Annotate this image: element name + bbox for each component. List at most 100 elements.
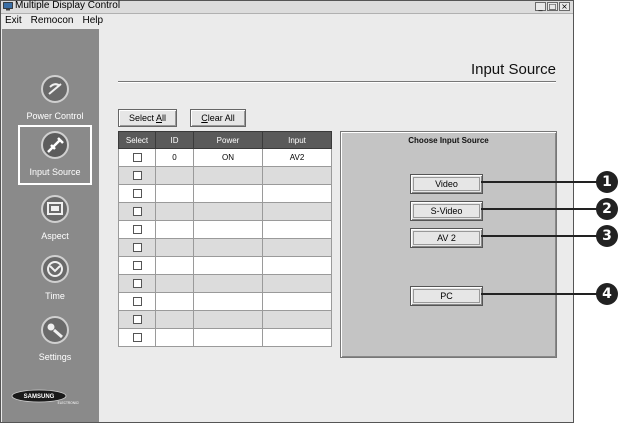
select-cell <box>118 310 156 329</box>
id-cell <box>155 328 194 347</box>
display-table: Select ID Power Input 0 ON AV2 <box>118 131 332 347</box>
row-checkbox[interactable] <box>132 243 142 253</box>
row-checkbox[interactable] <box>132 225 142 235</box>
app-icon <box>3 2 13 11</box>
input-cell <box>262 274 332 293</box>
title-bar: Multiple Display Control _ □ × <box>1 0 573 14</box>
select-cell <box>118 220 156 239</box>
video-button[interactable]: Video <box>410 174 483 194</box>
row-checkbox[interactable] <box>132 315 142 325</box>
svg-text:SAMSUNG: SAMSUNG <box>24 394 55 400</box>
table-row[interactable] <box>118 310 332 329</box>
title-divider <box>118 81 556 82</box>
select-cell <box>118 328 156 347</box>
close-button[interactable]: × <box>559 2 570 11</box>
menu-remocon[interactable]: Remocon <box>31 14 74 28</box>
id-cell: 0 <box>155 148 194 167</box>
table-row[interactable] <box>118 256 332 275</box>
select-cell <box>118 256 156 275</box>
callout-4: 4 <box>596 283 618 305</box>
sidebar-item-label: Input Source <box>29 167 81 177</box>
input-cell: AV2 <box>262 148 332 167</box>
column-header-power: Power <box>193 131 263 149</box>
minimize-button[interactable]: _ <box>535 2 546 11</box>
sidebar-item-power-control[interactable]: Power Control <box>18 71 92 127</box>
row-checkbox[interactable] <box>132 297 142 307</box>
id-cell <box>155 256 194 275</box>
menu-help[interactable]: Help <box>82 14 103 28</box>
table-row[interactable] <box>118 274 332 293</box>
av2-button[interactable]: AV 2 <box>410 228 483 248</box>
id-cell <box>155 292 194 311</box>
sidebar-item-settings[interactable]: Settings <box>18 312 92 368</box>
sidebar-item-aspect[interactable]: Aspect <box>18 191 92 247</box>
clear-all-label: Clear All <box>201 113 235 123</box>
row-checkbox[interactable] <box>132 189 142 199</box>
power-control-icon <box>41 75 69 103</box>
row-checkbox[interactable] <box>132 279 142 289</box>
input-cell <box>262 184 332 203</box>
menu-exit[interactable]: Exit <box>5 14 22 28</box>
row-checkbox[interactable] <box>132 333 142 343</box>
app-window: Multiple Display Control _ □ × Exit Remo… <box>0 0 574 423</box>
choose-input-source-panel: Choose Input Source Video S-Video AV 2 P… <box>340 131 557 358</box>
input-source-icon <box>41 131 69 159</box>
power-cell <box>193 220 263 239</box>
table-row[interactable] <box>118 202 332 221</box>
column-header-input: Input <box>262 131 332 149</box>
power-cell <box>193 310 263 329</box>
row-checkbox[interactable] <box>132 261 142 271</box>
s-video-button[interactable]: S-Video <box>410 201 483 221</box>
input-cell <box>262 256 332 275</box>
input-cell <box>262 328 332 347</box>
table-row[interactable] <box>118 292 332 311</box>
column-header-id: ID <box>155 131 194 149</box>
table-row[interactable] <box>118 166 332 185</box>
sidebar-item-time[interactable]: Time <box>18 251 92 307</box>
svg-text:ELECTRONICS: ELECTRONICS <box>58 401 79 405</box>
panel-title: Choose Input Source <box>408 136 489 145</box>
sidebar-item-input-source[interactable]: Input Source <box>18 125 92 185</box>
table-row[interactable] <box>118 184 332 203</box>
power-cell <box>193 274 263 293</box>
main-area: Input Source Select All Clear All Select… <box>100 29 572 422</box>
av2-button-label: AV 2 <box>437 233 456 243</box>
row-checkbox[interactable] <box>132 207 142 217</box>
select-all-label: Select All <box>128 113 167 123</box>
id-cell <box>155 238 194 257</box>
pc-button[interactable]: PC <box>410 286 483 306</box>
maximize-button[interactable]: □ <box>547 2 558 11</box>
select-all-button[interactable]: Select All <box>118 109 177 127</box>
row-checkbox[interactable] <box>132 171 142 181</box>
s-video-button-label: S-Video <box>430 206 463 216</box>
table-row[interactable] <box>118 220 332 239</box>
time-icon <box>41 255 69 283</box>
table-row[interactable] <box>118 238 332 257</box>
window-title: Multiple Display Control <box>15 0 121 11</box>
callout-3: 3 <box>596 225 618 247</box>
id-cell <box>155 184 194 203</box>
callout-2: 2 <box>596 198 618 220</box>
sidebar-item-label: Settings <box>38 352 72 362</box>
power-cell <box>193 238 263 257</box>
select-cell <box>118 274 156 293</box>
power-cell <box>193 256 263 275</box>
id-cell <box>155 166 194 185</box>
column-header-select: Select <box>118 131 156 149</box>
table-row[interactable]: 0 ON AV2 <box>118 148 332 167</box>
sidebar: Power Control Input Source Aspect Time S… <box>2 29 99 422</box>
power-cell <box>193 292 263 311</box>
id-cell <box>155 310 194 329</box>
sidebar-item-label: Time <box>45 291 65 301</box>
row-checkbox[interactable] <box>132 153 142 163</box>
aspect-icon <box>41 195 69 223</box>
table-row[interactable] <box>118 328 332 347</box>
sidebar-item-label: Power Control <box>26 111 84 121</box>
power-cell <box>193 166 263 185</box>
clear-all-button[interactable]: Clear All <box>190 109 246 127</box>
power-cell <box>193 202 263 221</box>
samsung-logo: SAMSUNG ELECTRONICS <box>11 389 79 405</box>
id-cell <box>155 220 194 239</box>
power-cell <box>193 328 263 347</box>
pc-button-label: PC <box>440 291 453 301</box>
